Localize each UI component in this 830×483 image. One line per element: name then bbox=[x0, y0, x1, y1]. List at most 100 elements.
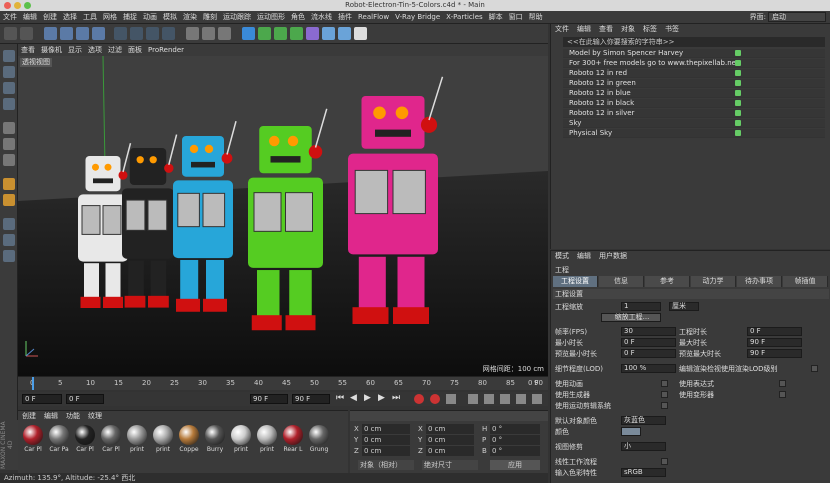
object-row[interactable]: Sky bbox=[563, 119, 825, 128]
attribute-tab[interactable]: 动力学 bbox=[691, 276, 736, 287]
material-swatch[interactable]: Coppe bbox=[178, 425, 200, 459]
render-icon[interactable] bbox=[202, 27, 215, 40]
viewport-menu-item[interactable]: ProRender bbox=[145, 44, 187, 56]
coord-mode-select[interactable]: 对象（相对） bbox=[358, 460, 414, 470]
cube-icon[interactable] bbox=[242, 27, 255, 40]
menu-item[interactable]: 帮助 bbox=[526, 11, 546, 24]
use-motion-clip-checkbox[interactable] bbox=[661, 402, 668, 409]
visibility-check-icon[interactable] bbox=[735, 60, 741, 66]
position-key-icon[interactable] bbox=[468, 394, 478, 404]
use-deformers-checkbox[interactable] bbox=[779, 391, 786, 398]
scale-key-icon[interactable] bbox=[500, 394, 510, 404]
object-row[interactable]: Roboto 12 in black bbox=[563, 99, 825, 108]
object-menu-item[interactable]: 标签 bbox=[639, 24, 661, 35]
visibility-check-icon[interactable] bbox=[735, 70, 741, 76]
menu-item[interactable]: 选择 bbox=[60, 11, 80, 24]
render-settings-icon[interactable] bbox=[218, 27, 231, 40]
visibility-check-icon[interactable] bbox=[735, 80, 741, 86]
current-frame-field[interactable]: 0 F bbox=[66, 394, 104, 404]
edges-icon[interactable] bbox=[3, 138, 15, 150]
nurbs-icon[interactable] bbox=[274, 27, 287, 40]
attribute-tab[interactable]: 信息 bbox=[599, 276, 644, 287]
viewport-menu-item[interactable]: 显示 bbox=[65, 44, 85, 56]
menu-item[interactable]: V-Ray Bridge bbox=[392, 11, 443, 24]
undo-icon[interactable] bbox=[4, 27, 17, 40]
render-lod-checkbox[interactable] bbox=[811, 365, 818, 372]
visibility-check-icon[interactable] bbox=[735, 120, 741, 126]
project-time-field[interactable]: 0 F bbox=[747, 327, 802, 336]
move-icon[interactable] bbox=[60, 27, 73, 40]
input-color-select[interactable]: sRGB bbox=[621, 468, 666, 477]
object-row[interactable]: Model by Simon Spencer Harvey bbox=[563, 49, 825, 58]
menu-item[interactable]: 运动图形 bbox=[254, 11, 288, 24]
autokey-icon[interactable] bbox=[430, 394, 440, 404]
apply-button[interactable]: 应用 bbox=[490, 460, 540, 470]
scale-project-button[interactable]: 缩放工程... bbox=[601, 313, 661, 322]
object-menu-item[interactable]: 文件 bbox=[551, 24, 573, 35]
goto-end-icon[interactable]: ⏭ bbox=[392, 393, 400, 403]
material-menu-item[interactable]: 编辑 bbox=[40, 411, 62, 421]
z-axis-icon[interactable] bbox=[146, 27, 159, 40]
viewport-menu-item[interactable]: 查看 bbox=[18, 44, 38, 56]
play-icon[interactable]: ▶ bbox=[364, 393, 371, 403]
material-swatch[interactable]: print bbox=[230, 425, 252, 459]
points-icon[interactable] bbox=[3, 122, 15, 134]
select-icon[interactable] bbox=[44, 27, 57, 40]
menu-item[interactable]: 角色 bbox=[288, 11, 308, 24]
menu-item[interactable]: X-Particles bbox=[443, 11, 485, 24]
menu-item[interactable]: 脚本 bbox=[486, 11, 506, 24]
object-menu-item[interactable]: 书签 bbox=[661, 24, 683, 35]
minimize-icon[interactable] bbox=[14, 2, 21, 9]
render-view-icon[interactable] bbox=[186, 27, 199, 40]
model-mode-icon[interactable] bbox=[3, 66, 15, 78]
material-swatch[interactable]: Rear L bbox=[282, 425, 304, 459]
project-scale-unit[interactable]: 厘米 bbox=[669, 302, 699, 311]
material-swatch[interactable]: Car Pl bbox=[74, 425, 96, 459]
coord-size-field[interactable]: 0 cm bbox=[426, 424, 474, 434]
visibility-check-icon[interactable] bbox=[735, 130, 741, 136]
polygons-icon[interactable] bbox=[3, 154, 15, 166]
make-editable-icon[interactable] bbox=[3, 50, 15, 62]
keyframe-selection-icon[interactable] bbox=[446, 394, 456, 404]
param-key-icon[interactable] bbox=[516, 394, 526, 404]
material-swatch[interactable]: Car Pl bbox=[100, 425, 122, 459]
object-menu-item[interactable]: 编辑 bbox=[573, 24, 595, 35]
layout-select[interactable]: 启动 bbox=[768, 12, 826, 22]
deformer-icon[interactable] bbox=[306, 27, 319, 40]
min-time-field[interactable]: 0 F bbox=[621, 338, 676, 347]
close-icon[interactable] bbox=[4, 2, 11, 9]
visibility-check-icon[interactable] bbox=[735, 110, 741, 116]
menu-item[interactable]: 工具 bbox=[80, 11, 100, 24]
scale-icon[interactable] bbox=[76, 27, 89, 40]
end-frame-field-2[interactable]: 90 F bbox=[292, 394, 330, 404]
object-menu-item[interactable]: 对象 bbox=[617, 24, 639, 35]
spline-icon[interactable] bbox=[258, 27, 271, 40]
workplane-icon[interactable] bbox=[3, 98, 15, 110]
size-mode-select[interactable]: 绝对尺寸 bbox=[422, 460, 478, 470]
material-menu-item[interactable]: 纹理 bbox=[84, 411, 106, 421]
texture-mode-icon[interactable] bbox=[3, 82, 15, 94]
attribute-menu-item[interactable]: 模式 bbox=[551, 251, 573, 262]
visibility-check-icon[interactable] bbox=[735, 50, 741, 56]
coord-position-field[interactable]: 0 cm bbox=[362, 424, 410, 434]
visibility-check-icon[interactable] bbox=[735, 90, 741, 96]
object-search-field[interactable]: <<在此输入你要搜索的字符串>> bbox=[563, 37, 825, 47]
linear-workflow-checkbox[interactable] bbox=[661, 458, 668, 465]
next-frame-icon[interactable]: ▶ bbox=[378, 393, 385, 403]
use-generators-checkbox[interactable] bbox=[661, 391, 668, 398]
material-swatch[interactable]: Grung bbox=[308, 425, 330, 459]
preview-min-field[interactable]: 0 F bbox=[621, 349, 676, 358]
project-scale-field[interactable]: 1 bbox=[621, 302, 661, 311]
attribute-menu-item[interactable]: 用户数据 bbox=[595, 251, 631, 262]
material-swatch[interactable]: Burry bbox=[204, 425, 226, 459]
x-axis-icon[interactable] bbox=[114, 27, 127, 40]
color-swatch[interactable] bbox=[621, 427, 641, 436]
material-swatch[interactable]: print bbox=[256, 425, 278, 459]
menu-item[interactable]: 流水线 bbox=[308, 11, 335, 24]
attribute-tab[interactable]: 帧插值 bbox=[783, 276, 828, 287]
sculpt-icon[interactable] bbox=[3, 234, 15, 246]
playhead[interactable] bbox=[32, 377, 34, 390]
object-row[interactable]: Roboto 12 in green bbox=[563, 79, 825, 88]
redo-icon[interactable] bbox=[20, 27, 33, 40]
material-swatch[interactable]: Car Pl bbox=[22, 425, 44, 459]
